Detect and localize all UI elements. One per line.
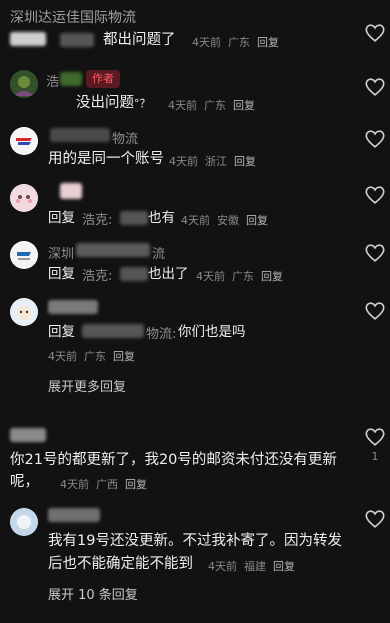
reply-prefix: 回复 [48, 266, 75, 282]
comment-text: 也有 [148, 210, 175, 226]
reply-link[interactable]: 回复 [246, 214, 268, 227]
comment-meta: 4天前 安徽 回复 [181, 214, 268, 227]
avatar[interactable] [10, 298, 38, 326]
like-heart-icon[interactable] [364, 300, 386, 322]
reply-link[interactable]: 回复 [261, 270, 283, 283]
comment-text: 我有19号还没更新。不过我补寄了。因为转发后也不能确定能不能到 [48, 533, 342, 572]
blurred-mention [60, 33, 94, 47]
blurred-mention [120, 211, 148, 225]
like-heart-icon[interactable] [364, 184, 386, 206]
comment-text: 用的是同一个账号 [48, 151, 164, 167]
blurred-name [60, 72, 82, 86]
blurred-mention [82, 324, 144, 338]
avatar[interactable] [10, 508, 38, 536]
comment-meta: 4天前 广东 回复 [168, 99, 255, 112]
comment-meta: 4天前 广东 回复 [196, 270, 283, 283]
expand-label: 展开 10 条回复 [48, 588, 138, 603]
avatar[interactable] [10, 184, 38, 212]
blurred-avatar [10, 32, 46, 46]
reply-link[interactable]: 回复 [257, 36, 279, 49]
blurred-mention [120, 267, 148, 281]
comment-meta: 4天前 广东 回复 [48, 350, 135, 363]
reply-link[interactable]: 回复 [234, 155, 256, 168]
reply-prefix: 回复 [48, 210, 75, 226]
commenter-name[interactable]: 深圳 [48, 243, 74, 262]
expand-label: 展开更多回复 [48, 380, 127, 395]
reply-link[interactable]: 回复 [125, 478, 147, 491]
top-comment-text: 都出问题了 [103, 32, 176, 48]
expand-more-replies[interactable]: 展开更多回复 [48, 376, 126, 395]
avatar[interactable] [10, 127, 38, 155]
avatar[interactable] [10, 70, 38, 98]
reply-link[interactable]: 回复 [273, 560, 295, 573]
reply-link[interactable]: 回复 [113, 350, 135, 363]
blurred-name [48, 508, 100, 522]
like-heart-icon[interactable] [364, 426, 386, 448]
comment-text: 你们也是吗 [178, 324, 246, 340]
author-badge: 作者 [86, 70, 120, 88]
commenter-name[interactable]: 浩 [46, 71, 59, 90]
like-heart-icon[interactable] [364, 22, 386, 44]
comment-text: 没出问题°？ [76, 95, 151, 111]
reply-to-name[interactable]: 浩克: [82, 209, 112, 228]
blurred-name [50, 128, 110, 142]
blurred-name [10, 428, 46, 442]
comment-text: 也出了 [148, 266, 189, 282]
reply-to-name[interactable]: 物流: [146, 323, 176, 342]
avatar[interactable] [10, 241, 38, 269]
comment-meta: 4天前 广西 回复 [60, 478, 147, 491]
reply-prefix: 回复 [48, 324, 75, 340]
blurred-name [48, 300, 98, 314]
like-heart-icon[interactable] [364, 242, 386, 264]
blurred-name [60, 183, 82, 199]
top-comment-meta: 4天前 广东 回复 [192, 36, 279, 49]
blurred-name [76, 243, 150, 257]
like-heart-icon[interactable] [364, 508, 386, 530]
comment-meta: 4天前 福建 回复 [208, 560, 295, 573]
reply-to-name[interactable]: 浩克: [82, 265, 112, 284]
like-count: 1 [371, 450, 379, 463]
commenter-name-tail[interactable]: 物流 [112, 128, 138, 147]
comment-meta: 4天前 浙江 回复 [169, 155, 256, 168]
top-commenter-name[interactable]: 深圳达运佳国际物流 [10, 7, 136, 27]
commenter-name-tail[interactable]: 流 [152, 243, 165, 262]
expand-ten-replies[interactable]: 展开 10 条回复 [48, 584, 138, 603]
like-heart-icon[interactable] [364, 128, 386, 150]
like-heart-icon[interactable] [364, 76, 386, 98]
reply-link[interactable]: 回复 [233, 99, 255, 112]
